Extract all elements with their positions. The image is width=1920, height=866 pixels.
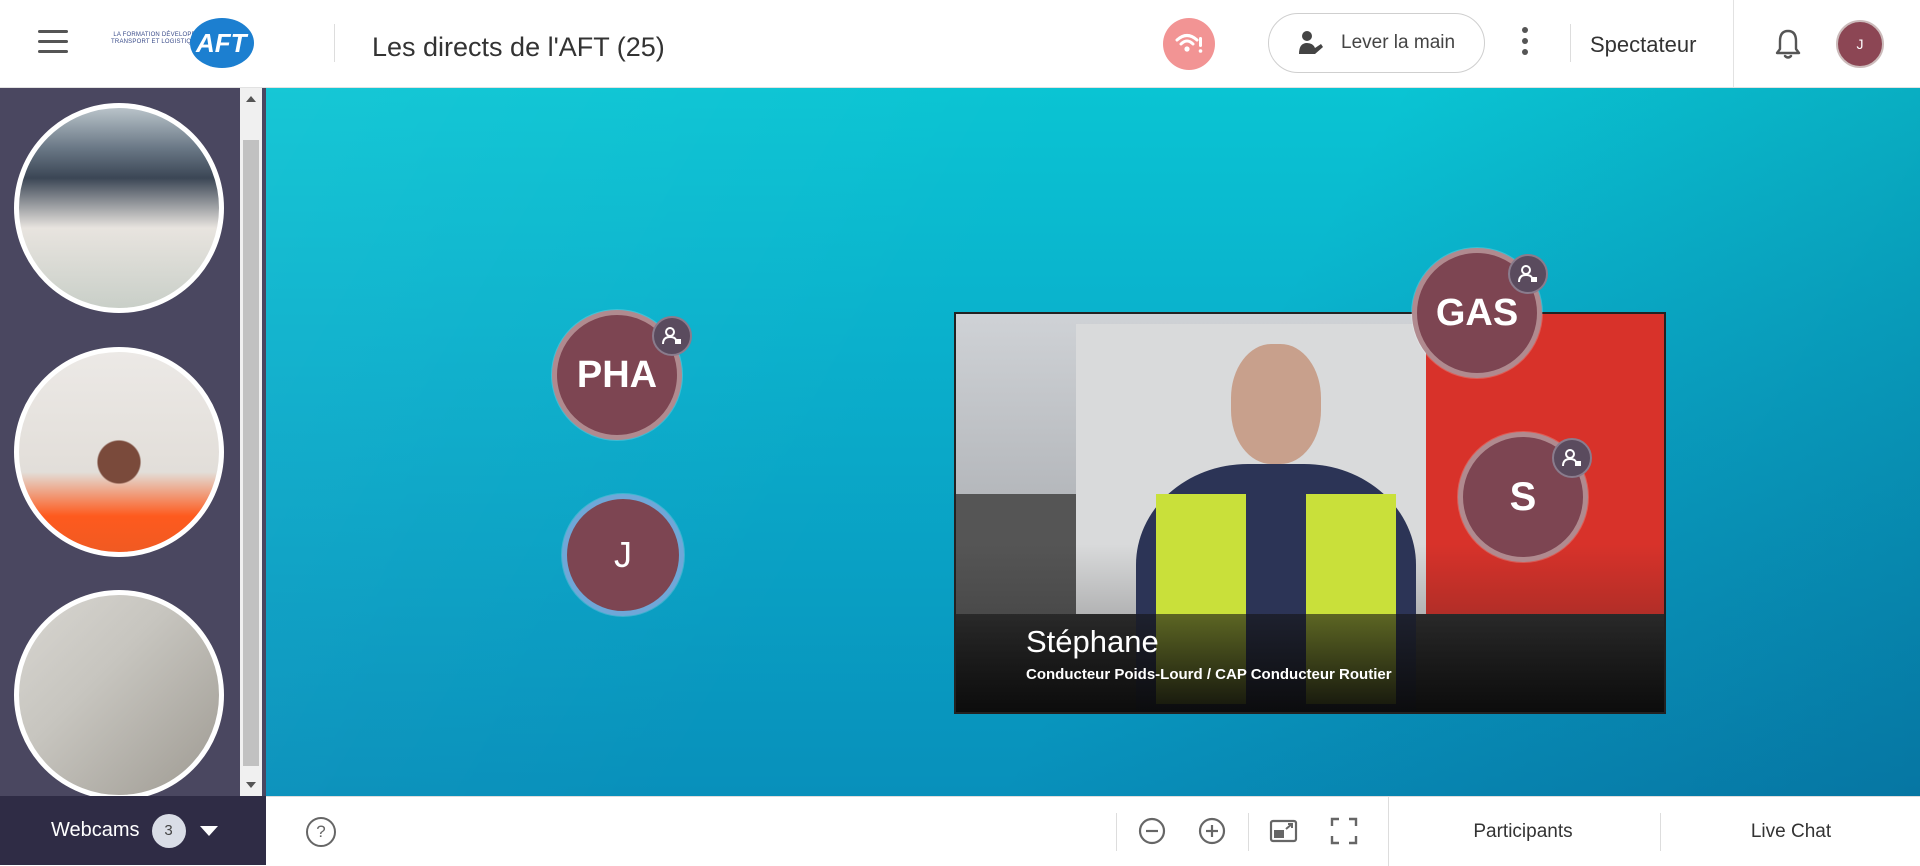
scroll-up-arrow-icon[interactable]: [240, 88, 262, 110]
notification-bell-icon[interactable]: [1774, 28, 1802, 60]
toolbar-divider: [1116, 813, 1117, 851]
webcams-toggle[interactable]: Webcams 3: [0, 796, 266, 865]
tab-live-chat[interactable]: Live Chat: [1662, 797, 1920, 866]
webcam-feed[interactable]: [14, 347, 224, 557]
scroll-down-arrow-icon[interactable]: [240, 774, 262, 796]
bottom-toolbar: ? Participants Live Chat: [266, 796, 1920, 866]
aft-logo[interactable]: LA FORMATION DÉVELOPPE TRANSPORT ET LOGI…: [104, 18, 256, 68]
speaker-name: Stéphane: [1026, 624, 1159, 659]
stage-area: Stéphane Conducteur Poids-Lourd / CAP Co…: [266, 88, 1920, 796]
role-label: Spectateur: [1590, 32, 1697, 57]
sidebar-scrollbar[interactable]: [240, 88, 262, 796]
participant-bubble[interactable]: J: [562, 494, 684, 616]
picture-in-picture-icon[interactable]: [1266, 813, 1302, 849]
user-avatar[interactable]: J: [1836, 20, 1884, 68]
webcam-feed[interactable]: [14, 103, 224, 313]
top-bar: LA FORMATION DÉVELOPPE TRANSPORT ET LOGI…: [0, 0, 1920, 88]
participant-role-icon: [652, 316, 692, 356]
fullscreen-icon[interactable]: [1326, 813, 1362, 849]
scrollbar-thumb[interactable]: [243, 140, 259, 766]
tab-divider: [1660, 813, 1661, 851]
toolbar-divider: [1248, 813, 1249, 851]
participant-role-icon: [1552, 438, 1592, 478]
zoom-out-icon[interactable]: [1134, 813, 1170, 849]
zoom-in-icon[interactable]: [1194, 813, 1230, 849]
wifi-alert-icon: [1175, 34, 1203, 53]
more-options-icon[interactable]: [1518, 27, 1532, 61]
raise-hand-button[interactable]: Lever la main: [1268, 13, 1485, 73]
logo-tagline: LA FORMATION DÉVELOPPE TRANSPORT ET LOGI…: [111, 32, 200, 45]
header-divider: [1733, 0, 1734, 88]
header-divider: [334, 24, 335, 62]
speaker-subtitle: Conducteur Poids-Lourd / CAP Conducteur …: [1026, 666, 1392, 683]
participant-role-icon: [1508, 254, 1548, 294]
tab-participants[interactable]: Participants: [1388, 797, 1658, 866]
chevron-down-icon: [199, 825, 218, 836]
raise-hand-label: Lever la main: [1341, 32, 1456, 53]
webcams-label: Webcams: [51, 819, 140, 841]
webcam-feed[interactable]: [14, 590, 224, 800]
raise-hand-icon: [1299, 31, 1323, 54]
header-divider: [1570, 24, 1571, 62]
connection-warning-button[interactable]: [1163, 18, 1215, 70]
webcams-count-badge: 3: [151, 813, 186, 848]
page-title: Les directs de l'AFT (25): [372, 32, 665, 62]
logo-mark-text: AFT: [196, 28, 247, 58]
menu-icon[interactable]: [38, 30, 68, 56]
help-icon[interactable]: ?: [306, 817, 336, 847]
